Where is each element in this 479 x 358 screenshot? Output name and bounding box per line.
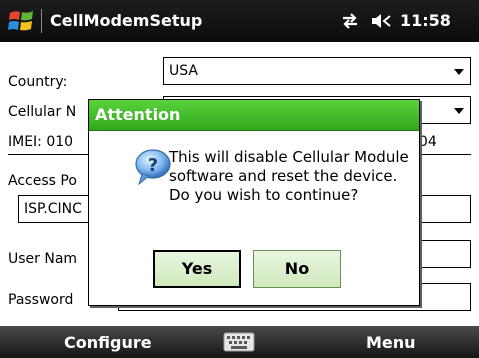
question-icon: ? [135,149,171,186]
access-point-label: Access Po [8,173,77,189]
country-value: USA [169,63,198,79]
svg-text:?: ? [148,155,158,176]
no-button[interactable]: No [253,250,341,288]
soft-key-bar: Configure Menu [0,326,479,358]
app-title: CellModemSetup [50,11,203,30]
chevron-down-icon [454,108,464,114]
title-separator [41,9,42,33]
access-point-value: ISP.CINC [24,201,82,217]
chevron-down-icon [454,69,464,75]
password-label: Password [8,292,74,308]
windows-start-icon[interactable] [8,8,34,34]
device-screen: CellModemSetup 11:58 Country: USA Cellul… [0,0,479,358]
menu-softkey[interactable]: Menu [366,333,416,352]
attention-dialog: Attention ? This will disable Cellular M… [88,99,420,306]
clock[interactable]: 11:58 [400,11,451,30]
dialog-header: Attention [89,100,419,131]
user-name-label: User Nam [8,251,78,267]
title-bar: CellModemSetup 11:58 [0,0,479,42]
configure-softkey[interactable]: Configure [64,333,152,352]
connectivity-icon[interactable] [340,12,360,30]
keyboard-icon[interactable] [223,332,255,352]
cellular-label: Cellular N [8,104,77,120]
country-select[interactable]: USA [163,57,471,85]
country-label: Country: [8,74,68,90]
dialog-message: This will disable Cellular Module softwa… [169,148,409,204]
dialog-title: Attention [95,105,181,124]
volume-icon[interactable] [370,12,394,30]
imei-label: IMEI: 010 [8,134,74,150]
yes-button[interactable]: Yes [153,250,241,288]
